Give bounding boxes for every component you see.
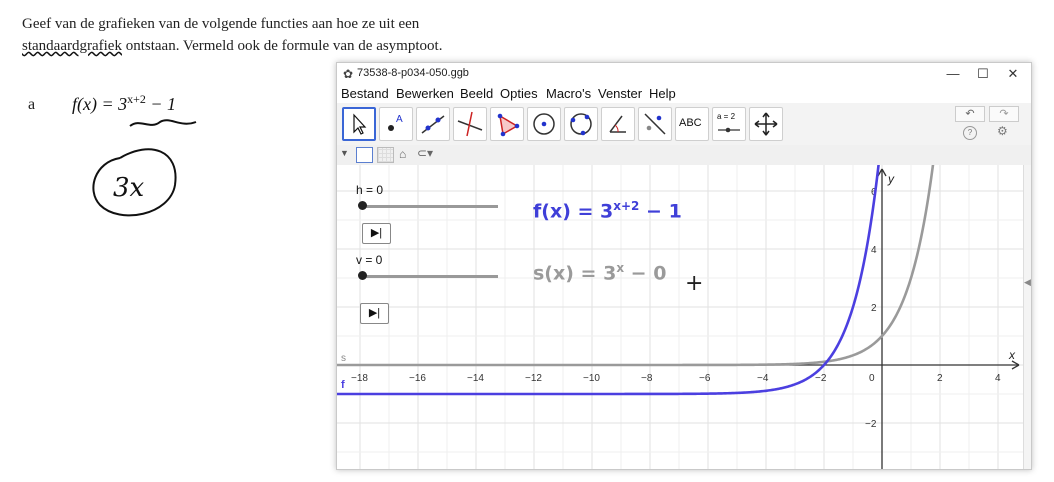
menu-bewerken[interactable]: Bewerken: [396, 86, 454, 101]
point-capturing-icon[interactable]: ⊂▾: [417, 146, 433, 160]
show-grid-icon[interactable]: [377, 147, 394, 163]
home-icon[interactable]: ⌂: [399, 147, 406, 161]
y-axis-label: y: [887, 172, 895, 186]
text-tool-button[interactable]: ABC: [675, 107, 709, 141]
slider-h-label: h = 0: [356, 183, 384, 197]
window-title: 73538-8-p034-050.ggb: [357, 67, 469, 79]
svg-text:A: A: [396, 114, 403, 125]
x-tick-label: −6: [699, 373, 711, 384]
toolbar: A ABC a = 2 ↶ ↷ ? ⚙: [337, 103, 1031, 146]
text-tool-label: ABC: [679, 117, 702, 129]
play-h-button[interactable]: ▶|: [362, 223, 391, 244]
f-formula-main: f(x) = 3: [533, 200, 614, 223]
polygon-tool-button[interactable]: [490, 107, 524, 141]
redo-button[interactable]: ↷: [989, 106, 1019, 122]
slider-h-handle[interactable]: [358, 201, 367, 210]
menu-help[interactable]: Help: [649, 86, 676, 101]
stylebar-toggle-icon[interactable]: ▼: [340, 148, 349, 158]
point-icon: A: [388, 114, 403, 131]
y-tick-label: 2: [871, 303, 877, 314]
menu-bestand[interactable]: Bestand: [341, 86, 389, 101]
slider-h-track[interactable]: [361, 205, 498, 208]
curve-f-label: f: [341, 379, 345, 391]
x-tick-label: −18: [351, 373, 368, 384]
undo-button[interactable]: ↶: [955, 106, 985, 122]
cursor-arrow-icon: [353, 113, 367, 135]
x-tick-label: 2: [937, 373, 943, 384]
slider-v-handle[interactable]: [358, 271, 367, 280]
circle-three-points-icon: [570, 113, 592, 136]
s-formula-exponent: x: [616, 261, 625, 275]
y-tick-label: 4: [871, 245, 877, 256]
f-formula-tail: − 1: [639, 200, 682, 223]
line-tool-button[interactable]: [416, 107, 450, 141]
f-formula-exponent: x+2: [613, 199, 640, 213]
x-tick-label: −8: [641, 373, 653, 384]
geogebra-window[interactable]: ✿ 73538-8-p034-050.ggb — ☐ ✕ Bestand Bew…: [336, 62, 1032, 470]
graphics-style-bar: ▼ ⌂ ⊂▾: [337, 145, 1031, 166]
ink-underline-squiggle: [129, 119, 197, 127]
x-tick-label: −14: [467, 373, 484, 384]
menubar: Bestand Bewerken Beeld Opties Macro's Ve…: [337, 85, 1031, 103]
chevron-left-icon: ◀: [1024, 277, 1031, 287]
show-axes-icon[interactable]: [356, 147, 373, 163]
s-formula-main: s(x) = 3: [533, 262, 617, 285]
perpendicular-line-tool-button[interactable]: [453, 107, 487, 141]
x-tick-label: 0: [869, 373, 875, 384]
x-axis-label: x: [1008, 348, 1016, 362]
menu-venster[interactable]: Venster: [598, 86, 642, 101]
menu-beeld[interactable]: Beeld: [460, 86, 493, 101]
reflect-line-icon: [644, 113, 666, 135]
move-tool-button[interactable]: [342, 107, 376, 141]
y-tick-label: −2: [865, 419, 877, 430]
window-titlebar[interactable]: ✿ 73538-8-p034-050.ggb — ☐ ✕: [337, 63, 1031, 85]
slider-v-track[interactable]: [361, 275, 498, 278]
s-formula-tail: − 0: [624, 262, 667, 285]
help-icon[interactable]: ?: [963, 126, 977, 140]
close-button[interactable]: ✕: [999, 65, 1027, 83]
menu-opties[interactable]: Opties: [500, 86, 538, 101]
x-tick-label: −16: [409, 373, 426, 384]
handwriting-annotations: 3x: [92, 119, 197, 217]
circle-tool-button[interactable]: [527, 107, 561, 141]
perpendicular-line-icon: [457, 111, 483, 137]
f-formula-text[interactable]: f(x) = 3x+2 − 1: [533, 199, 682, 222]
crosshair-cursor-icon: +: [685, 271, 704, 296]
x-tick-label: −10: [583, 373, 600, 384]
menu-macros[interactable]: Macro's: [546, 86, 591, 101]
circle-three-points-tool-button[interactable]: [564, 107, 598, 141]
maximize-button[interactable]: ☐: [969, 65, 997, 83]
x-tick-label: 4: [995, 373, 1001, 384]
x-tick-label: −12: [525, 373, 542, 384]
angle-icon: [609, 115, 626, 133]
slider-v-label: v = 0: [356, 253, 383, 267]
slider-icon: [718, 127, 740, 133]
slider-tool-button[interactable]: a = 2: [712, 107, 746, 141]
algebra-view-toggle[interactable]: ◀: [1023, 165, 1031, 469]
curve-s-label: s: [341, 353, 346, 364]
s-formula-text[interactable]: s(x) = 3x − 0: [533, 261, 666, 284]
x-tick-label: −2: [815, 373, 827, 384]
move-arrows-icon: [754, 112, 778, 136]
geogebra-icon: ✿: [343, 67, 354, 81]
line-icon: [421, 115, 445, 134]
polygon-icon: [497, 113, 520, 137]
ink-handwritten-base: 3x: [113, 173, 145, 203]
point-tool-button[interactable]: A: [379, 107, 413, 141]
angle-tool-button[interactable]: [601, 107, 635, 141]
reflect-tool-button[interactable]: [638, 107, 672, 141]
play-v-button[interactable]: ▶|: [360, 303, 389, 324]
settings-gear-icon[interactable]: ⚙: [997, 124, 1008, 138]
minimize-button[interactable]: —: [939, 65, 967, 83]
circle-icon: [533, 113, 555, 135]
move-graphics-view-tool-button[interactable]: [749, 107, 783, 141]
graphics-view[interactable]: x y −18 −16 −14 −12 −10 −8 −6 −4 −2 0 2 4 6 4 2 −2 f s h = …: [337, 132, 1031, 469]
x-tick-label: −4: [757, 373, 769, 384]
